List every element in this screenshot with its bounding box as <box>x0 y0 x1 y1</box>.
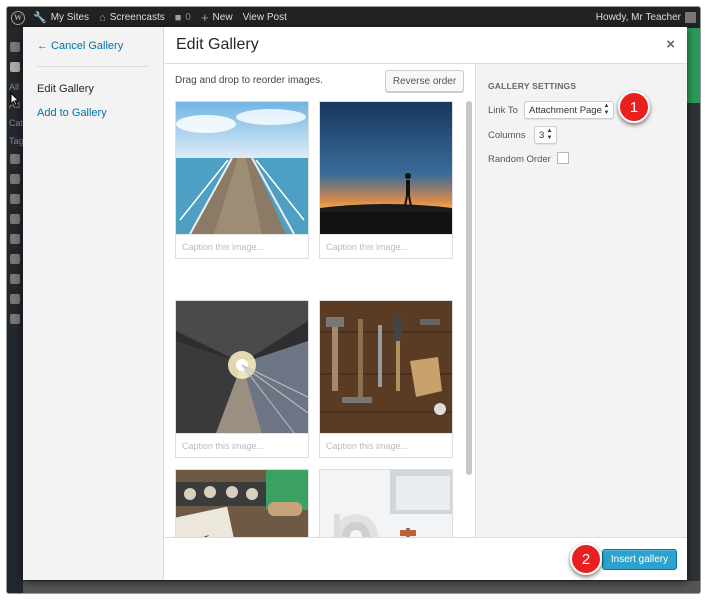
comments-link[interactable]: ■ 0 <box>175 12 191 24</box>
new-content-link[interactable]: + New <box>201 10 233 25</box>
modal-footer-toolbar: Insert gallery <box>164 537 687 580</box>
scrollbar[interactable] <box>466 101 472 537</box>
reorder-instructions: Drag and drop to reorder images. <box>175 75 323 86</box>
close-icon[interactable]: × <box>666 36 675 53</box>
admin-menu-fragment: Cat <box>9 118 24 128</box>
admin-bar: W 🔧 My Sites ⌂ Screencasts ■ 0 + New Vie… <box>7 7 700 28</box>
comments-icon[interactable] <box>10 194 20 204</box>
silhouette-at-sunset-image <box>320 102 452 234</box>
modal-title: Edit Gallery <box>176 36 259 53</box>
plugins-icon[interactable] <box>10 234 20 244</box>
callout-badge: 2 <box>570 543 602 575</box>
wordpress-logo-icon[interactable]: W <box>11 10 25 25</box>
plus-icon: + <box>200 10 209 25</box>
random-order-checkbox[interactable] <box>557 152 569 164</box>
pin-icon[interactable] <box>10 62 20 72</box>
users-icon[interactable] <box>10 254 20 264</box>
pier-over-sea-image <box>176 102 308 234</box>
random-order-label: Random Order <box>488 154 551 165</box>
appearance-icon[interactable] <box>10 214 20 224</box>
avatar <box>685 12 696 23</box>
collapse-icon[interactable] <box>10 314 20 324</box>
typewriter-dont-just-stand-there-image: DON'T JUST STAND <box>176 470 308 537</box>
edit-gallery-modal: ← Cancel Gallery Edit Gallery Add to Gal… <box>23 27 687 580</box>
menu-item-add-to-gallery[interactable]: Add to Gallery <box>23 101 163 125</box>
admin-menu-fragment: All <box>9 82 20 92</box>
media-icon[interactable] <box>10 154 20 164</box>
pages-icon[interactable] <box>10 174 20 184</box>
select-arrows-icon: ▲ ▼ <box>603 103 610 116</box>
link-to-label: Link To <box>488 105 518 116</box>
attachment-item[interactable]: Caption this image... <box>319 101 453 259</box>
insert-gallery-button[interactable]: Insert gallery <box>602 549 677 570</box>
columns-label: Columns <box>488 130 526 141</box>
menu-separator <box>37 66 149 67</box>
speaker-on-desk-image <box>320 470 452 537</box>
admin-menu-fragment: Tag <box>9 136 24 146</box>
admin-sidebar: All Ad Cat Tag <box>7 28 24 593</box>
mouse-cursor-icon <box>10 92 20 106</box>
tools-on-wooden-table-image <box>320 301 452 433</box>
gallery-settings-panel: GALLERY SETTINGS Link To Attachment Page… <box>475 64 687 537</box>
attachment-item[interactable]: Caption this image... <box>175 101 309 259</box>
tools-icon[interactable] <box>10 274 20 284</box>
caption-field[interactable]: Caption this image... <box>320 234 452 258</box>
caption-field[interactable]: Caption this image... <box>176 234 308 258</box>
callout-badge: 1 <box>618 91 650 123</box>
comment-icon: ■ <box>174 11 182 24</box>
attachment-item[interactable] <box>319 469 453 537</box>
media-frame-menu: ← Cancel Gallery Edit Gallery Add to Gal… <box>23 27 164 580</box>
gallery-settings-heading: GALLERY SETTINGS <box>488 81 577 91</box>
reverse-order-button[interactable]: Reverse order <box>385 70 464 92</box>
train-station-at-sunrise-image <box>176 301 308 433</box>
menu-item-edit-gallery[interactable]: Edit Gallery <box>23 77 163 101</box>
caption-field[interactable]: Caption this image... <box>320 433 452 457</box>
my-sites-link[interactable]: 🔧 My Sites <box>33 11 89 24</box>
cancel-gallery-link[interactable]: ← Cancel Gallery <box>23 27 163 66</box>
view-post-link[interactable]: View Post <box>243 12 287 23</box>
site-name-link[interactable]: ⌂ Screencasts <box>99 12 165 24</box>
wrench-icon: 🔧 <box>33 12 47 24</box>
attachment-item[interactable]: Caption this image... <box>175 300 309 458</box>
home-icon: ⌂ <box>99 11 106 24</box>
settings-icon[interactable] <box>10 294 20 304</box>
columns-select[interactable]: 3 ▲ ▼ <box>534 126 557 144</box>
attachment-item[interactable]: DON'T JUST STAND <box>175 469 309 537</box>
select-arrows-icon: ▲ ▼ <box>546 128 553 141</box>
background-footer <box>23 581 700 593</box>
background-accent <box>686 28 700 103</box>
attachment-item[interactable]: Caption this image... <box>319 300 453 458</box>
modal-title-bar: Edit Gallery × <box>164 27 687 64</box>
attachments-browser: Drag and drop to reorder images. Reverse… <box>164 64 475 537</box>
scrollbar-thumb[interactable] <box>466 101 472 475</box>
caption-field[interactable]: Caption this image... <box>176 433 308 457</box>
account-menu[interactable]: Howdy, Mr Teacher <box>596 7 696 28</box>
dashboard-icon[interactable] <box>10 42 20 52</box>
link-to-select[interactable]: Attachment Page ▲ ▼ <box>524 101 614 119</box>
